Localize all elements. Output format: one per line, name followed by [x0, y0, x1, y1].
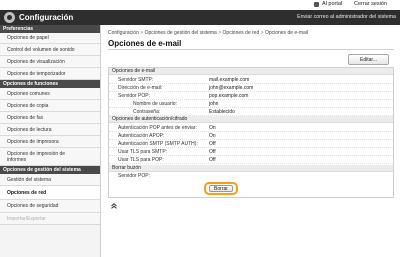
row-label: Servidor SMTP: [118, 77, 154, 83]
breadcrumb-separator: > [260, 30, 264, 36]
sidebar-item-import-export[interactable]: Importar/Exportar [0, 213, 100, 225]
section-header-clear-mailbox: Borrar buzón [109, 165, 393, 172]
main-content: Configuración > Opciones de gestión del … [101, 25, 400, 257]
sidebar-heading-functions: Opciones de funciones [0, 80, 100, 88]
row-label: Servidor POP: [118, 93, 150, 99]
sidebar-item-paper[interactable]: Opciones de papel [0, 33, 100, 44]
portal-icon[interactable] [314, 2, 319, 7]
title-divider [108, 49, 394, 50]
sidebar-item-display[interactable]: Opciones de visualización [0, 56, 100, 68]
row-value: On [209, 125, 216, 131]
sidebar-item-timer[interactable]: Opciones de temporizador [0, 68, 100, 80]
header-bar: Configuración Enviar correo al administr… [0, 10, 400, 25]
row-label: Contraseña: [133, 109, 161, 115]
section-header-email: Opciones de e-mail [109, 68, 393, 75]
row-label: Autenticación POP antes de enviar: [118, 125, 197, 131]
row-label: Dirección de e-mail: [118, 85, 163, 91]
clear-button[interactable]: Borrar [209, 185, 233, 192]
settings-panel: Opciones de e-mail Servidor SMTP: mail.e… [108, 67, 394, 198]
settings-logo-icon [4, 12, 15, 23]
row-label: Servidor POP: [118, 173, 150, 179]
row-clear-pop: Servidor POP: [109, 172, 393, 180]
mail-admin-link[interactable]: Enviar correo al administrador del siste… [297, 14, 396, 20]
breadcrumb-settings[interactable]: Configuración [108, 30, 139, 36]
row-value: mail.example.com [209, 77, 250, 83]
row-tls-pop: Usar TLS para POP: Off [109, 156, 393, 164]
sidebar-item-report-print[interactable]: Opciones de impresión de informes [0, 148, 100, 166]
row-label: Autenticación APOP: [118, 133, 165, 139]
row-pop-before-send: Autenticación POP antes de enviar: On [109, 124, 393, 132]
row-value: Off [209, 157, 216, 163]
sidebar-item-copy[interactable]: Opciones de copia [0, 100, 100, 112]
sidebar-heading-preferences: Preferencias [0, 25, 100, 33]
row-email-address: Dirección de e-mail: john@example.com [109, 84, 393, 92]
portal-link[interactable]: Al portal [322, 1, 342, 7]
edit-button[interactable]: Editar... [348, 54, 389, 65]
breadcrumb-separator: > [140, 30, 144, 36]
sidebar-item-printer[interactable]: Opciones de impresora [0, 136, 100, 148]
sidebar-item-system-management[interactable]: Gestión del sistema [0, 174, 100, 186]
row-value: On [209, 133, 216, 139]
row-value: Off [209, 149, 216, 155]
sidebar-item-network[interactable]: Opciones de red [0, 186, 100, 200]
app-title: Configuración [19, 13, 74, 22]
row-value: john@example.com [209, 85, 254, 91]
row-smtp-auth: Autenticación SMTP (SMTP AUTH): Off [109, 140, 393, 148]
breadcrumb-system-management[interactable]: Opciones de gestión del sistema [145, 30, 217, 36]
sidebar-item-scan[interactable]: Opciones de lectura [0, 124, 100, 136]
row-tls-smtp: Usar TLS para SMTP: Off [109, 148, 393, 156]
row-username: Nombre de usuario: john [109, 100, 393, 108]
breadcrumb-separator: > [218, 30, 222, 36]
sidebar-item-common[interactable]: Opciones comunes [0, 88, 100, 100]
row-label: Usar TLS para SMTP: [118, 149, 168, 155]
sidebar: Preferencias Opciones de papel Control d… [0, 25, 101, 257]
page-title: Opciones de e-mail [108, 39, 182, 48]
row-value: john [209, 101, 219, 107]
row-value: Off [209, 141, 216, 147]
scroll-to-top-icon[interactable] [111, 203, 117, 209]
row-label: Autenticación SMTP (SMTP AUTH): [118, 141, 198, 147]
clear-button-highlight: Borrar [204, 182, 238, 195]
row-pop-server: Servidor POP: pop.example.com [109, 92, 393, 100]
breadcrumb: Configuración > Opciones de gestión del … [108, 30, 308, 36]
row-value: pop.example.com [209, 93, 249, 99]
row-apop: Autenticación APOP: On [109, 132, 393, 140]
sidebar-item-fax[interactable]: Opciones de fax [0, 112, 100, 124]
row-value: Establecido [209, 109, 235, 115]
logout-link[interactable]: Cerrar sesión [354, 1, 387, 7]
row-password: Contraseña: Establecido [109, 108, 393, 116]
sidebar-heading-system: Opciones de gestión del sistema [0, 166, 100, 174]
row-label: Nombre de usuario: [133, 101, 177, 107]
top-links: Al portal Cerrar sesión [0, 0, 400, 10]
sidebar-item-volume[interactable]: Control del volumen de sonido [0, 44, 100, 56]
section-header-auth: Opciones de autenticación/cifrado [109, 116, 393, 123]
sidebar-item-security[interactable]: Opciones de seguridad [0, 200, 100, 213]
breadcrumb-current: Opciones de e-mail [264, 30, 309, 36]
row-smtp-server: Servidor SMTP: mail.example.com [109, 76, 393, 84]
row-label: Usar TLS para POP: [118, 157, 164, 163]
breadcrumb-network[interactable]: Opciones de red [223, 30, 260, 36]
